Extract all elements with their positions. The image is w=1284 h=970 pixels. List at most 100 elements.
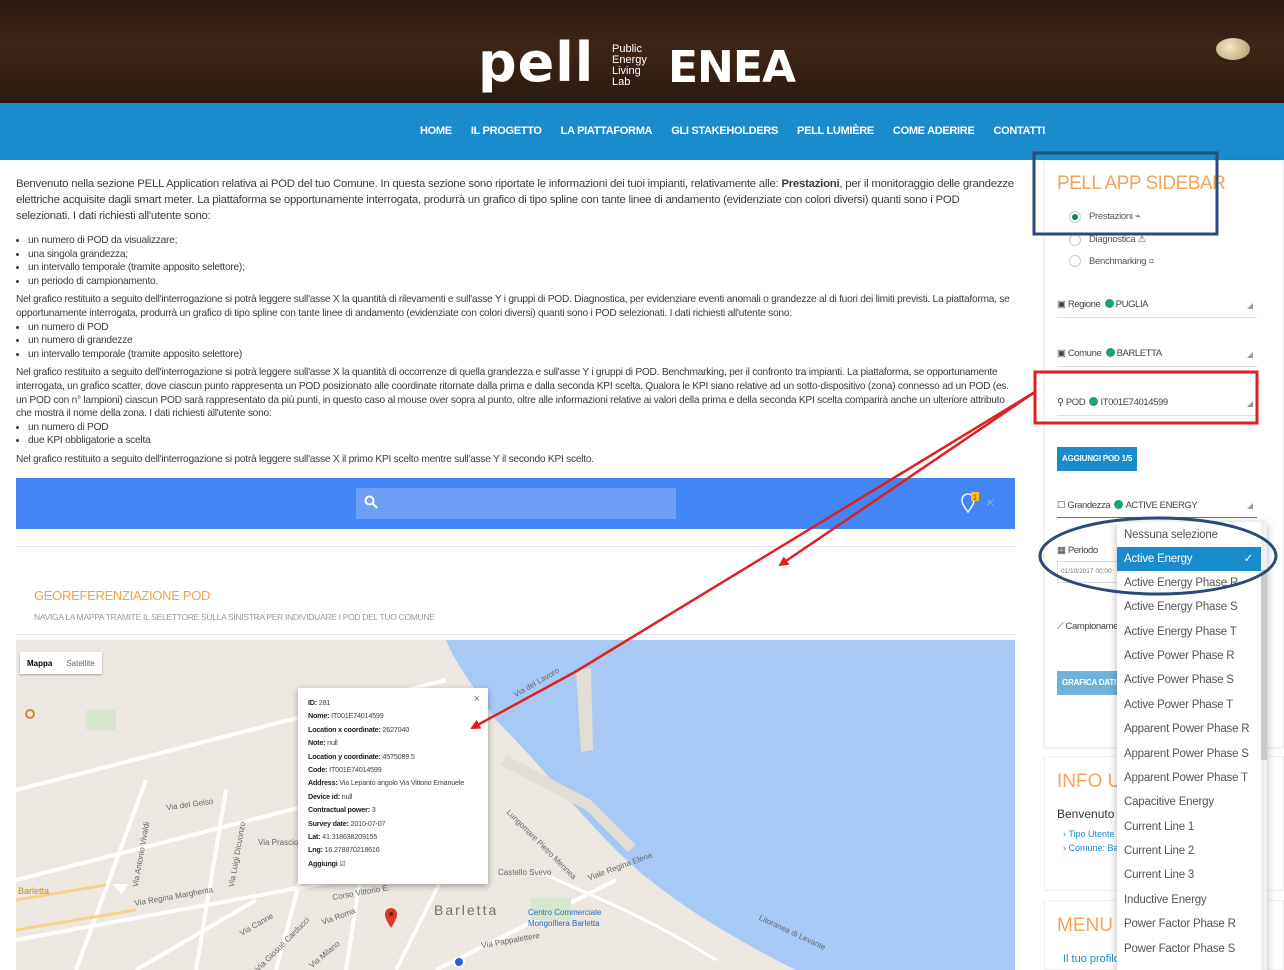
nav-stakeholders[interactable]: GLI STAKEHOLDERS (671, 125, 778, 137)
pod-marker-icon[interactable] (385, 908, 397, 928)
intro-paragraph: Benvenuto nella sezione PELL Application… (16, 176, 1016, 224)
popup-value: 3 (369, 805, 376, 815)
street-label: Via Prascio (258, 838, 299, 847)
regione-select[interactable]: ▣ Regione PUGLIA (1057, 299, 1149, 310)
diagnostica-paragraph: Nel grafico restituito a seguito dell'in… (16, 294, 1010, 319)
campionamento-select[interactable]: ⟋ Campionamen (1057, 621, 1123, 632)
dropdown-option[interactable]: Inductive Energy (1117, 888, 1267, 912)
popup-key: Device id: (308, 791, 340, 801)
field-underline (1057, 317, 1257, 318)
dropdown-option[interactable]: Active Power Phase R (1117, 644, 1267, 668)
divider (16, 634, 1015, 635)
dropdown-option[interactable]: Apparent Power Phase T (1117, 766, 1267, 790)
close-icon[interactable]: × (474, 693, 480, 705)
dropdown-option[interactable]: Nessuna selezione (1117, 523, 1267, 547)
close-icon[interactable]: × (986, 494, 994, 510)
dropdown-option[interactable]: Current Line 1 (1117, 815, 1267, 839)
place-label: Barletta (18, 886, 50, 896)
nav-pell-lumiere[interactable]: PELL LUMIÈRE (797, 125, 874, 137)
radio-benchmarking[interactable] (1069, 255, 1081, 267)
dropdown-scrollbar[interactable] (1261, 522, 1267, 970)
dropdown-option[interactable]: Active Power Phase S (1117, 668, 1267, 692)
popup-row: Device id: null (308, 790, 478, 803)
list-benchmarking: un numero di POD due KPI obbligatorie a … (28, 421, 1016, 448)
info-welcome: Benvenuto ! (1057, 807, 1122, 821)
periodo-input[interactable]: 01/10/2017 00:00 (1057, 561, 1119, 583)
grandezza-dropdown-list: Nessuna selezione Active Energy ✓ Active … (1117, 522, 1267, 970)
dropdown-option[interactable]: Active Energy Phase R (1117, 571, 1267, 595)
nav-home[interactable]: HOME (420, 125, 452, 137)
check-icon (1089, 397, 1099, 406)
dropdown-option[interactable]: Active Energy Phase T (1117, 620, 1267, 644)
list-item: una singola grandezza; (28, 248, 1016, 262)
geo-section-title: GEOREFERENZIAZIONE POD (34, 588, 211, 603)
list-item: un intervallo temporale (tramite apposit… (28, 261, 1016, 275)
comune-select[interactable]: ▣ Comune BARLETTA (1057, 348, 1162, 359)
geo-section-subtitle: NAVIGA LA MAPPA TRAMITE IL SELETTORE SUL… (34, 612, 435, 622)
popup-row: Location y coordinate: 4575089.5 (308, 750, 478, 763)
radio-label: Prestazioni ⌁ (1089, 211, 1141, 222)
popup-row: ID: 281 (308, 696, 478, 709)
pod-map[interactable]: Mappa Satellite Via del Gelso Via Prasci… (16, 640, 1015, 970)
radio-prestazioni[interactable] (1069, 211, 1081, 223)
popup-value: null (325, 738, 338, 748)
map-toggle-mappa[interactable]: Mappa (20, 659, 59, 668)
field-underline-active (1057, 517, 1257, 518)
popup-value: 4575089.5 (380, 751, 415, 761)
comune-label: Comune (1067, 348, 1102, 359)
dropdown-option[interactable]: Current Line 2 (1117, 839, 1267, 863)
popup-row: Location x coordinate: 2627040 (308, 723, 478, 736)
pell-logo[interactable]: pell (478, 36, 594, 90)
popup-value: IT001E74014599 (327, 765, 382, 775)
dropdown-option[interactable]: Apparent Power Phase R (1117, 717, 1267, 741)
popup-row: Code: IT001E74014599 (308, 763, 478, 776)
dropdown-option[interactable]: Capacitive Energy (1117, 790, 1267, 814)
final-paragraph: Nel grafico restituito a seguito dell'in… (16, 453, 594, 465)
add-pod-checkbox[interactable]: ☑ (338, 859, 345, 868)
pod-select[interactable]: ⚲ POD IT001E74014599 (1057, 397, 1168, 408)
list-item: un numero di POD (28, 421, 1016, 435)
profile-link[interactable]: Il tuo profilo (1063, 953, 1120, 965)
grandezza-select[interactable]: ☐ Grandezza ACTIVE ENERGY (1057, 500, 1198, 511)
list-item: un intervallo temporale (tramite apposit… (28, 348, 1016, 362)
popup-value: null (339, 791, 353, 801)
info-link-label: Tipo Utente (1068, 829, 1115, 839)
user-avatar[interactable] (1216, 38, 1250, 60)
list-item: un numero di POD da visualizzare; (28, 234, 1016, 248)
info-link-comune[interactable]: › Comune: Ba (1063, 843, 1119, 853)
logo-sub-line: Lab (612, 76, 631, 88)
search-input[interactable] (356, 488, 676, 519)
check-icon (1105, 348, 1115, 357)
map-toggle-satellite[interactable]: Satellite (59, 659, 101, 668)
grafica-dati-button[interactable]: GRAFICA DATI (1057, 671, 1122, 695)
dropdown-option[interactable]: Current Line 3 (1117, 863, 1267, 887)
dropdown-option[interactable]: Power Factor Phase S (1117, 937, 1267, 961)
add-pod-link[interactable]: Aggiungi (308, 859, 338, 868)
popup-key: Code: (308, 765, 328, 775)
nav-il-progetto[interactable]: IL PROGETTO (471, 125, 542, 137)
nav-come-aderire[interactable]: COME ADERIRE (893, 125, 975, 137)
popup-key: Note: (308, 738, 326, 748)
dropdown-option-selected[interactable]: Active Energy ✓ (1117, 547, 1267, 571)
radio-label: Benchmarking ⌗ (1089, 256, 1154, 267)
popup-key: Lng: (308, 845, 323, 855)
dropdown-option[interactable]: Power Factor Phase R (1117, 912, 1267, 936)
dropdown-option[interactable]: Active Power Phase T (1117, 693, 1267, 717)
scrollbar-thumb[interactable] (1261, 570, 1267, 760)
nav-contatti[interactable]: CONTATTI (993, 125, 1045, 137)
radio-diagnostica[interactable] (1069, 234, 1081, 246)
popup-row: Address: Via Lepanto angolo Via Vittorio… (308, 776, 478, 789)
popup-value: 281 (316, 698, 331, 707)
sidebar-title: PELL APP SIDEBAR (1057, 173, 1226, 194)
poi-label: Castello Svevo (498, 868, 552, 877)
pell-logo-subtitle: Public Energy Living Lab (612, 44, 647, 88)
check-icon (1104, 299, 1114, 308)
add-pod-button[interactable]: AGGIUNGI POD 1/5 (1057, 447, 1138, 471)
dropdown-option[interactable]: Active Energy Phase S (1117, 595, 1267, 619)
divider (16, 546, 1015, 547)
dropdown-option[interactable]: Apparent Power Phase S (1117, 742, 1267, 766)
comune-value: BARLETTA (1116, 348, 1163, 359)
nav-la-piattaforma[interactable]: LA PIATTAFORMA (561, 125, 653, 137)
pod-pin-icon[interactable]: 1 (960, 492, 980, 514)
info-link-tipo[interactable]: › Tipo Utente (1063, 829, 1115, 839)
